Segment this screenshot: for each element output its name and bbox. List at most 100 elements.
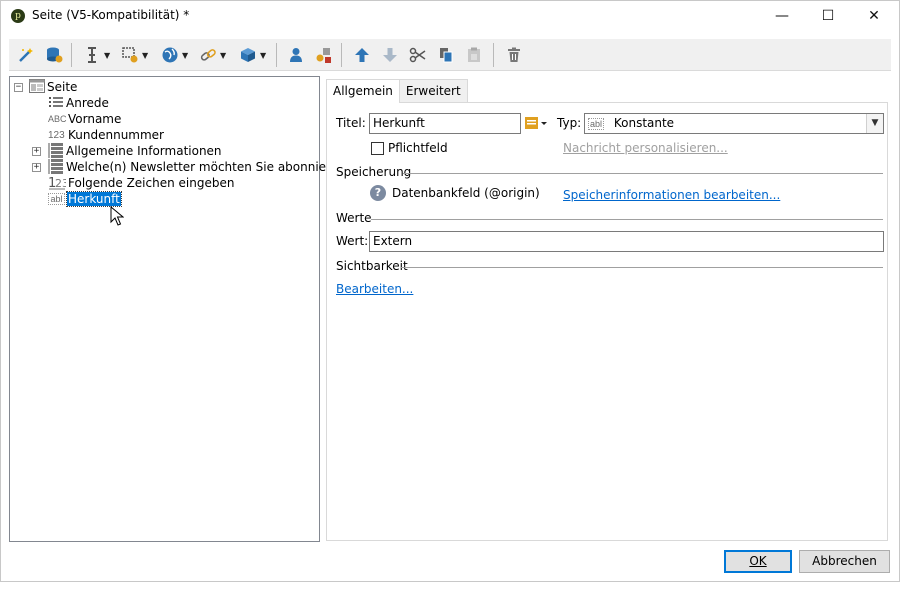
tab-panel-allgemein: Titel: Herkunft Typ: abl Konstante ▼ Pfl… bbox=[326, 102, 888, 541]
cancel-button-label: Abbrechen bbox=[812, 554, 877, 568]
globe-button[interactable]: ▼ bbox=[161, 43, 188, 67]
titel-input[interactable]: Herkunft bbox=[369, 113, 521, 134]
toolbar-separator bbox=[276, 43, 277, 67]
speicherinformationen-link[interactable]: Speicherinformationen bearbeiten... bbox=[563, 188, 780, 202]
wizard-button[interactable] bbox=[17, 43, 35, 67]
tab-strip: Allgemein Erweitert bbox=[326, 79, 468, 103]
cut-icon bbox=[409, 46, 427, 64]
titel-label: Titel: bbox=[336, 116, 366, 130]
globe-icon bbox=[161, 46, 179, 64]
werte-heading: Werte bbox=[336, 211, 372, 225]
close-button[interactable]: ✕ bbox=[851, 1, 897, 31]
chevron-down-icon[interactable]: ▼ bbox=[866, 114, 883, 133]
tab-erweitert[interactable]: Erweitert bbox=[398, 79, 468, 102]
delete-icon bbox=[505, 46, 523, 64]
hidden-field-icon: abl bbox=[48, 193, 65, 205]
pflichtfeld-label: Pflichtfeld bbox=[388, 141, 448, 155]
tree-item-anrede[interactable]: Anrede bbox=[48, 95, 109, 111]
tree-root-seite[interactable]: − Seite bbox=[14, 78, 77, 96]
tree-label: Allgemeine Informationen bbox=[66, 144, 222, 158]
form-control-button[interactable]: ▼ bbox=[121, 43, 148, 67]
tree-item-newsletter[interactable]: + Welche(n) Newsletter möchten Sie abonn… bbox=[32, 158, 353, 175]
text-format-icon bbox=[525, 117, 547, 129]
move-up-button[interactable] bbox=[353, 43, 371, 67]
typ-value: Konstante bbox=[613, 116, 675, 130]
tree-label: Kundennummer bbox=[68, 128, 164, 142]
move-down-button[interactable] bbox=[381, 43, 399, 67]
window-title: Seite (V5-Kompatibilität) * bbox=[32, 8, 190, 22]
chevron-down-icon: ▼ bbox=[260, 50, 267, 60]
collapse-icon[interactable]: − bbox=[14, 82, 23, 92]
tree-item-kundennummer[interactable]: 123 Kundennummer bbox=[48, 127, 164, 143]
tree-view[interactable]: − Seite Anrede ABC Vorname 123 Kundennum… bbox=[9, 76, 352, 542]
maximize-button[interactable]: ☐ bbox=[805, 1, 851, 31]
sichtbarkeit-bearbeiten-link[interactable]: Bearbeiten... bbox=[336, 282, 413, 296]
chevron-down-icon: ▼ bbox=[182, 50, 189, 60]
title-bar[interactable]: p Seite (V5-Kompatibilität) * — ☐ ✕ bbox=[1, 1, 899, 31]
tree-label: Vorname bbox=[68, 112, 122, 126]
delete-button[interactable] bbox=[505, 43, 523, 67]
toolbar-separator bbox=[341, 43, 342, 67]
wert-input[interactable]: Extern bbox=[369, 231, 884, 252]
text-cursor-button[interactable]: ▼ bbox=[83, 43, 110, 67]
list-icon bbox=[48, 95, 64, 112]
app-icon: p bbox=[11, 9, 25, 23]
werte-divider bbox=[371, 219, 883, 220]
tree-label: Welche(n) Newsletter möchten Sie abonnie… bbox=[66, 160, 353, 174]
tab-allgemein[interactable]: Allgemein bbox=[326, 79, 400, 103]
tree-item-vorname[interactable]: ABC Vorname bbox=[48, 111, 121, 127]
sichtbarkeit-divider bbox=[401, 267, 883, 268]
text-field-icon: ABC bbox=[48, 114, 67, 124]
ok-button-label: OK bbox=[749, 554, 767, 568]
chevron-down-icon: ▼ bbox=[142, 50, 149, 60]
toolbar-separator bbox=[71, 43, 72, 67]
constant-icon: abl bbox=[588, 118, 605, 130]
form-control-icon bbox=[121, 46, 139, 64]
text-cursor-icon bbox=[83, 46, 101, 64]
mouse-pointer-icon bbox=[110, 206, 124, 226]
cube-button[interactable]: ▼ bbox=[239, 43, 266, 67]
datenbankfeld-text: Datenbankfeld (@origin) bbox=[392, 186, 540, 200]
copy-button[interactable] bbox=[437, 43, 455, 67]
wizard-icon bbox=[17, 46, 35, 64]
chevron-down-icon: ▼ bbox=[220, 50, 227, 60]
add-shapes-button[interactable] bbox=[315, 43, 333, 67]
database-button[interactable] bbox=[45, 43, 63, 67]
page-icon bbox=[29, 78, 45, 96]
move-up-icon bbox=[353, 46, 371, 64]
minimize-button[interactable]: — bbox=[759, 1, 805, 31]
paste-icon bbox=[465, 46, 483, 64]
wert-label: Wert: bbox=[336, 234, 369, 248]
add-shapes-icon bbox=[315, 46, 333, 64]
expand-icon[interactable]: + bbox=[32, 162, 41, 172]
chevron-down-icon: ▼ bbox=[104, 50, 111, 60]
typ-select[interactable]: abl Konstante ▼ bbox=[584, 113, 884, 134]
paste-button[interactable] bbox=[465, 43, 483, 67]
cut-button[interactable] bbox=[409, 43, 427, 67]
number-field-icon: 123 bbox=[48, 129, 65, 141]
tree-label: Folgende Zeichen eingeben bbox=[68, 176, 235, 190]
cancel-button[interactable]: Abbrechen bbox=[799, 550, 890, 573]
speicherung-divider bbox=[403, 173, 883, 174]
tree-label: Anrede bbox=[66, 96, 109, 110]
captcha-icon: 1 23 bbox=[48, 174, 69, 193]
tree-item-captcha[interactable]: 1 23 Folgende Zeichen eingeben bbox=[48, 175, 234, 191]
titel-format-button[interactable] bbox=[523, 115, 549, 134]
move-down-icon bbox=[381, 46, 399, 64]
sichtbarkeit-heading: Sichtbarkeit bbox=[336, 259, 408, 273]
tree-item-herkunft[interactable]: abl Herkunft bbox=[48, 191, 122, 207]
pflichtfeld-checkbox[interactable] bbox=[371, 142, 384, 155]
properties-pane: Allgemein Erweitert Titel: Herkunft Typ:… bbox=[326, 79, 890, 541]
expand-icon[interactable]: + bbox=[32, 146, 41, 156]
ok-button[interactable]: OK bbox=[724, 550, 792, 573]
link-button[interactable]: ▼ bbox=[199, 43, 226, 67]
nachricht-personalisieren-link[interactable]: Nachricht personalisieren... bbox=[563, 141, 728, 155]
copy-icon bbox=[437, 46, 455, 64]
svg-text:23: 23 bbox=[55, 177, 66, 190]
tree-label-selected: Herkunft bbox=[66, 191, 122, 207]
user-button[interactable] bbox=[287, 43, 305, 67]
database-icon bbox=[45, 46, 63, 64]
toolbar-separator bbox=[493, 43, 494, 67]
help-icon: ? bbox=[370, 185, 386, 201]
toolbar: ▼ ▼ ▼ ▼ ▼ bbox=[9, 39, 891, 71]
